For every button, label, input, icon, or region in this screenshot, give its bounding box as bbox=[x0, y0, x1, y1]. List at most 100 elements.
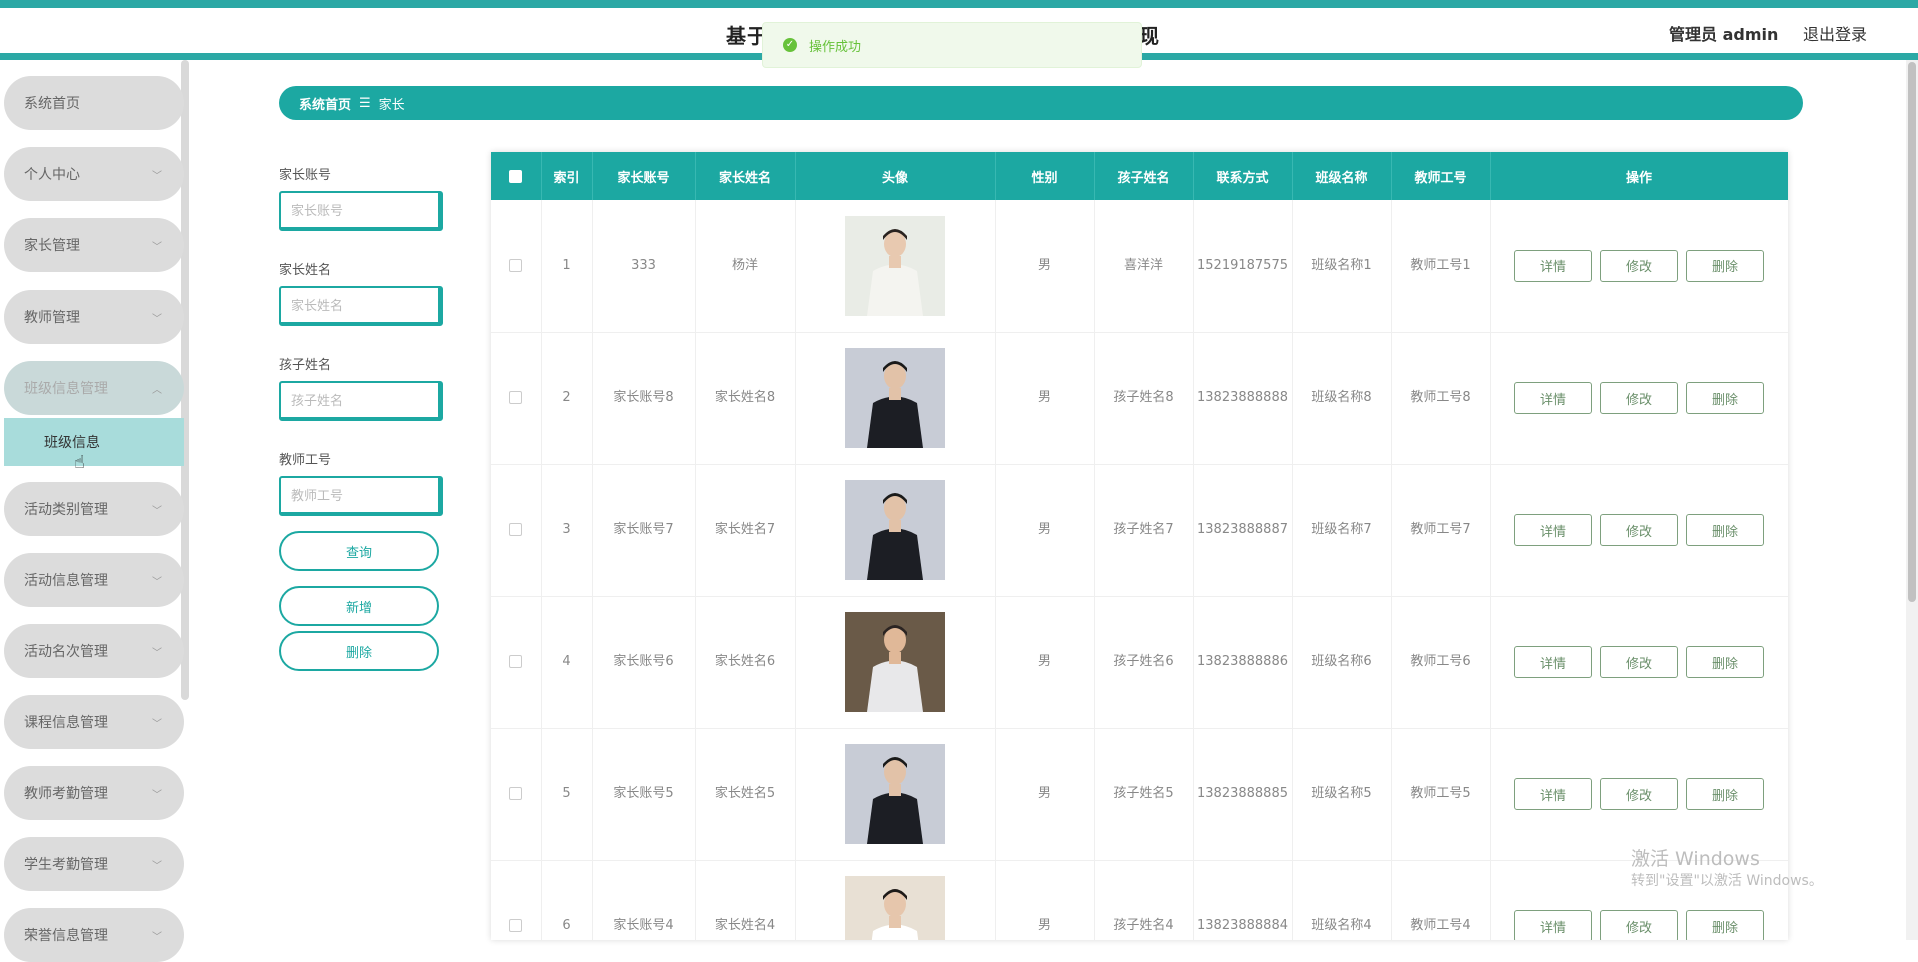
teacher-search-input[interactable] bbox=[279, 476, 443, 516]
edit-button[interactable]: 修改 bbox=[1600, 910, 1678, 940]
table-header-row: 索引 家长账号 家长姓名 头像 性别 孩子姓名 联系方式 班级名称 教师工号 操… bbox=[491, 152, 1788, 200]
column-header: 班级名称 bbox=[1292, 152, 1392, 200]
search-label-name: 家长姓名 bbox=[279, 263, 332, 278]
column-header: 孩子姓名 bbox=[1094, 152, 1194, 200]
cell-child: 孩子姓名7 bbox=[1094, 464, 1194, 597]
sidebar-item-label: 课程信息管理 bbox=[24, 715, 108, 731]
success-toast: ✓ 操作成功 bbox=[762, 22, 1142, 68]
row-checkbox[interactable] bbox=[509, 258, 523, 272]
delete-button[interactable]: 删除 bbox=[1686, 382, 1764, 414]
current-user: 管理员 admin bbox=[1669, 25, 1779, 44]
row-select-cell[interactable] bbox=[491, 860, 542, 940]
sidebar-item[interactable]: 家长管理 ﹀ bbox=[4, 218, 184, 272]
row-checkbox[interactable] bbox=[509, 787, 523, 800]
table-row: 4 家长账号6 家长姓名6 男孩子姓名6 13823888886 班级名称6 教师工号6 详情… bbox=[491, 596, 1788, 729]
cell-child: 喜洋洋 bbox=[1094, 200, 1194, 333]
detail-button[interactable]: 详情 bbox=[1514, 382, 1592, 414]
submenu-label: 班级信息 bbox=[44, 435, 100, 451]
sidebar-item[interactable]: 个人中心 ﹀ bbox=[4, 147, 184, 201]
sidebar-item[interactable]: 系统首页 bbox=[4, 76, 184, 130]
column-header: 家长账号 bbox=[592, 152, 696, 200]
cell-account: 家长账号4 bbox=[592, 860, 696, 940]
avatar bbox=[845, 876, 945, 940]
row-select-cell[interactable] bbox=[491, 332, 542, 465]
name-search-input[interactable] bbox=[279, 286, 443, 326]
row-select-cell[interactable] bbox=[491, 200, 542, 333]
row-checkbox[interactable] bbox=[509, 655, 523, 668]
cell-gender: 男 bbox=[995, 332, 1095, 465]
delete-button[interactable]: 删除 bbox=[1686, 910, 1764, 940]
account-search-input[interactable] bbox=[279, 191, 443, 231]
cell-name: 家长姓名4 bbox=[695, 860, 796, 940]
edit-button[interactable]: 修改 bbox=[1600, 382, 1678, 414]
detail-button[interactable]: 详情 bbox=[1514, 514, 1592, 546]
sidebar-item[interactable]: 班级信息管理 ︿ bbox=[4, 361, 184, 415]
child-search-input[interactable] bbox=[279, 381, 443, 421]
select-all-checkbox[interactable] bbox=[509, 169, 523, 183]
sidebar-item[interactable]: 活动类别管理 ﹀ bbox=[4, 482, 184, 536]
sidebar-item[interactable]: 活动名次管理 ﹀ bbox=[4, 624, 184, 678]
sidebar-item[interactable]: 教师管理 ﹀ bbox=[4, 290, 184, 344]
sidebar-item[interactable]: 教师考勤管理 ﹀ bbox=[4, 766, 184, 820]
column-header: 家长姓名 bbox=[695, 152, 796, 200]
delete-button[interactable]: 删除 bbox=[1686, 514, 1764, 546]
chevron-down-icon: ﹀ bbox=[152, 171, 162, 182]
windows-watermark-subtitle: 转到"设置"以激活 Windows。 bbox=[1631, 873, 1823, 889]
cell-child: 孩子姓名4 bbox=[1094, 860, 1194, 940]
row-select-cell[interactable] bbox=[491, 596, 542, 729]
page-scrollbar-thumb[interactable] bbox=[1908, 62, 1916, 602]
breadcrumb-current: 家长 bbox=[378, 97, 405, 113]
sidebar-item[interactable]: 荣誉信息管理 ﹀ bbox=[4, 908, 184, 962]
cell-class: 班级名称1 bbox=[1292, 200, 1392, 333]
detail-button[interactable]: 详情 bbox=[1514, 249, 1592, 282]
logout-link[interactable]: 退出登录 bbox=[1803, 21, 1867, 45]
sidebar-item[interactable]: 课程信息管理 ﹀ bbox=[4, 695, 184, 749]
cell-phone: 13823888887 bbox=[1193, 464, 1293, 597]
windows-watermark-title: 激活 Windows bbox=[1631, 848, 1760, 870]
select-all-header[interactable] bbox=[491, 152, 542, 200]
column-header: 操作 bbox=[1490, 152, 1788, 200]
toast-message: 操作成功 bbox=[809, 39, 862, 55]
sidebar-item[interactable]: 活动信息管理 ﹀ bbox=[4, 553, 184, 607]
delete-button[interactable]: 删除 bbox=[1686, 778, 1764, 810]
cell-avatar bbox=[795, 200, 996, 333]
breadcrumb-home[interactable]: 系统首页 bbox=[299, 94, 351, 113]
row-checkbox[interactable] bbox=[509, 919, 523, 932]
cell-actions: 详情 修改 删除 bbox=[1490, 596, 1788, 729]
detail-button[interactable]: 详情 bbox=[1514, 910, 1592, 940]
submenu-item-class-info[interactable]: 班级信息 bbox=[4, 418, 184, 466]
row-select-cell[interactable] bbox=[491, 728, 542, 861]
sidebar-item-label: 荣誉信息管理 bbox=[24, 928, 108, 944]
table-row: 2 家长账号8 家长姓名8 男孩子姓名8 13823888888 班级名称8 教师工号8 详情… bbox=[491, 332, 1788, 465]
cell-account: 家长账号7 bbox=[592, 464, 696, 597]
bulk-delete-button[interactable]: 删除 bbox=[279, 631, 439, 671]
chevron-down-icon: ﹀ bbox=[152, 861, 162, 872]
chevron-down-icon: ﹀ bbox=[152, 790, 162, 801]
edit-button[interactable]: 修改 bbox=[1600, 514, 1678, 546]
cell-phone: 13823888885 bbox=[1193, 728, 1293, 861]
cell-class: 班级名称7 bbox=[1292, 464, 1392, 597]
row-checkbox[interactable] bbox=[509, 391, 523, 404]
cell-teacher: 教师工号4 bbox=[1391, 860, 1491, 940]
delete-button[interactable]: 删除 bbox=[1686, 646, 1764, 678]
cell-child: 孩子姓名6 bbox=[1094, 596, 1194, 729]
edit-button[interactable]: 修改 bbox=[1600, 646, 1678, 678]
add-button[interactable]: 新增 bbox=[279, 586, 439, 626]
row-checkbox[interactable] bbox=[509, 523, 523, 536]
row-select-cell[interactable] bbox=[491, 464, 542, 597]
cell-gender: 男 bbox=[995, 200, 1095, 333]
edit-button[interactable]: 修改 bbox=[1600, 778, 1678, 810]
sidebar-item[interactable]: 学生考勤管理 ﹀ bbox=[4, 837, 184, 891]
cell-name: 家长姓名8 bbox=[695, 332, 796, 465]
sidebar-item-label: 班级信息管理 bbox=[24, 381, 108, 397]
detail-button[interactable]: 详情 bbox=[1514, 778, 1592, 810]
cell-index: 1 bbox=[541, 200, 593, 333]
delete-button[interactable]: 删除 bbox=[1686, 249, 1764, 282]
check-circle-icon: ✓ bbox=[783, 38, 797, 52]
chevron-up-icon: ︿ bbox=[152, 385, 162, 396]
query-button[interactable]: 查询 bbox=[279, 531, 439, 571]
edit-button[interactable]: 修改 bbox=[1600, 249, 1678, 282]
detail-button[interactable]: 详情 bbox=[1514, 646, 1592, 678]
table-row: 5 家长账号5 家长姓名5 男孩子姓名5 13823888885 班级名称5 教师工号5 详情… bbox=[491, 728, 1788, 861]
table-row: 1 333 杨洋男喜洋洋 15219187575 班级名称1 教师工号1 详情 修改 删除 bbox=[491, 200, 1788, 333]
